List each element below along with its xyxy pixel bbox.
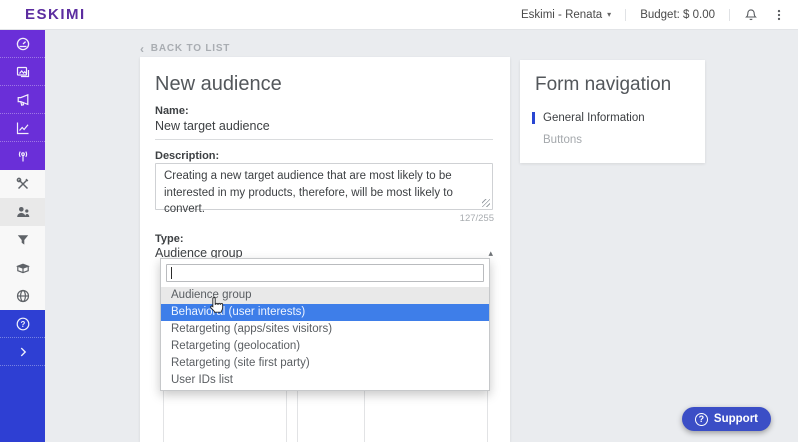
sidebar-item-tools[interactable] (0, 170, 45, 198)
list-box-left (163, 388, 287, 442)
nav-item-buttons[interactable]: Buttons (532, 134, 582, 146)
inventory-icon (15, 260, 31, 276)
name-label: Name: (155, 105, 189, 117)
bell-icon[interactable] (744, 8, 758, 22)
dropdown-option-retargeting-apps-sites[interactable]: Retargeting (apps/sites visitors) (161, 321, 489, 338)
list-box-right (297, 388, 488, 442)
tools-icon (15, 176, 31, 192)
creatives-icon (15, 64, 31, 80)
sidebar-item-broadcast[interactable] (0, 142, 45, 170)
kebab-menu-icon[interactable] (772, 8, 786, 22)
back-to-list-link[interactable]: ‹ BACK TO LIST (140, 43, 230, 54)
sidebar-item-inventory[interactable] (0, 254, 45, 282)
sidebar-item-creatives[interactable] (0, 58, 45, 86)
form-navigation-card: Form navigation General Information Butt… (520, 60, 705, 163)
header-right: Eskimi - Renata ▾ Budget: $ 0.00 (521, 8, 786, 22)
sidebar-item-audiences[interactable] (0, 198, 45, 226)
support-label: Support (714, 413, 758, 425)
dropdown-option-retargeting-geolocation[interactable]: Retargeting (geolocation) (161, 338, 489, 355)
account-name: Eskimi - Renata (521, 9, 602, 21)
sidebar-purple-section (0, 30, 45, 170)
support-button[interactable]: ? Support (682, 407, 771, 431)
divider (364, 389, 365, 442)
dropdown-option-user-ids-list[interactable]: User IDs list (161, 372, 489, 389)
divider (729, 9, 730, 21)
audiences-icon (15, 204, 31, 220)
dropdown-option-retargeting-site-first-party[interactable]: Retargeting (site first party) (161, 355, 489, 372)
chevron-left-icon: ‹ (140, 44, 145, 54)
sidebar-item-filter[interactable] (0, 226, 45, 254)
sidebar-item-help[interactable]: ? (0, 310, 45, 338)
filter-icon (15, 232, 31, 248)
char-counter: 127/255 (460, 213, 494, 224)
nav-item-general-information[interactable]: General Information (532, 112, 645, 124)
account-menu[interactable]: Eskimi - Renata ▾ (521, 9, 611, 21)
new-audience-card: New audience Name: New target audience D… (140, 57, 510, 442)
svg-text:?: ? (20, 320, 25, 329)
sidebar: ? (0, 30, 45, 442)
budget-label: Budget: $ 0.00 (640, 9, 715, 21)
sidebar-item-campaigns[interactable] (0, 86, 45, 114)
description-text: Creating a new target audience that are … (164, 170, 453, 215)
type-dropdown: Audience group Behavioral (user interest… (160, 258, 490, 391)
back-to-list-label: BACK TO LIST (151, 43, 230, 54)
campaigns-icon (15, 92, 31, 108)
resize-handle[interactable] (482, 199, 490, 207)
dropdown-search-input[interactable] (166, 264, 484, 282)
broadcast-icon (15, 148, 31, 164)
name-input[interactable]: New target audience (155, 119, 493, 140)
question-mark-icon: ? (695, 413, 708, 426)
chevron-down-icon: ▾ (607, 10, 611, 19)
divider (625, 9, 626, 21)
sidebar-light-section (0, 170, 45, 310)
expand-icon (16, 345, 30, 359)
sidebar-item-dashboard[interactable] (0, 30, 45, 58)
dropdown-option-audience-group[interactable]: Audience group (161, 287, 489, 304)
dashboard-icon (15, 36, 31, 52)
top-header: ESKIMI Eskimi - Renata ▾ Budget: $ 0.00 (0, 0, 798, 30)
sidebar-item-web[interactable] (0, 282, 45, 310)
text-cursor (171, 267, 172, 279)
form-navigation-title: Form navigation (535, 74, 671, 96)
chevron-up-icon: ▴ (488, 248, 493, 259)
sidebar-item-expand[interactable] (0, 338, 45, 366)
dropdown-option-behavioral[interactable]: Behavioral (user interests) (161, 304, 489, 321)
statistics-icon (15, 120, 31, 136)
sidebar-blue-section: ? (0, 310, 45, 442)
description-textarea[interactable]: Creating a new target audience that are … (155, 163, 493, 210)
eskimi-logo: ESKIMI (25, 6, 86, 23)
page-title: New audience (155, 73, 282, 96)
help-icon: ? (15, 316, 31, 332)
web-icon (15, 288, 31, 304)
description-label: Description: (155, 150, 219, 162)
type-label: Type: (155, 233, 184, 245)
sidebar-item-statistics[interactable] (0, 114, 45, 142)
